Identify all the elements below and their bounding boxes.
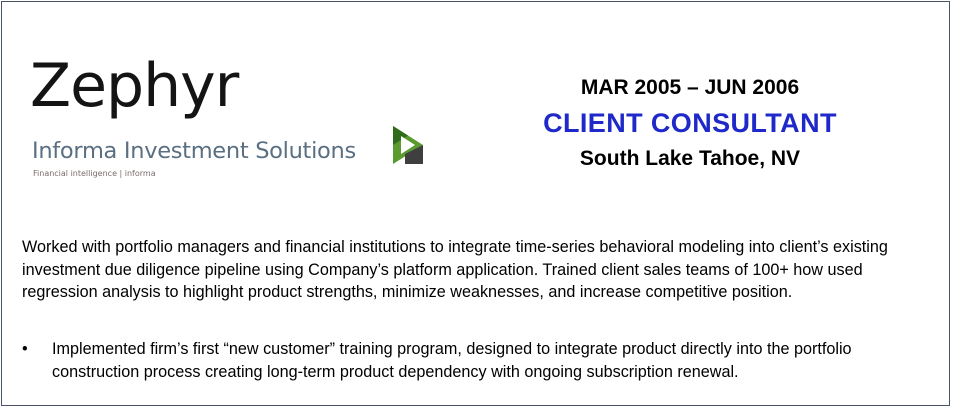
logo-subtitle: Informa Investment Solutions: [32, 138, 356, 164]
company-logo: Zephyr Informa Investment Solutions Fina…: [30, 46, 430, 186]
employment-dates: MAR 2005 – JUN 2006: [580, 76, 800, 99]
achievement-item: • Implemented firm’s first “new customer…: [22, 338, 932, 383]
content-frame: Zephyr Informa Investment Solutions Fina…: [1, 1, 950, 406]
green-play-arrow-icon: [393, 126, 423, 164]
role-header: MAR 2005 – JUN 2006 CLIENT CONSULTANT So…: [490, 72, 890, 176]
logo-wordmark: Zephyr: [30, 51, 239, 121]
job-location: South Lake Tahoe, NV: [579, 147, 801, 170]
role-summary: Worked with portfolio managers and finan…: [22, 238, 888, 301]
logo-tagline: Financial intelligence | informa: [33, 169, 156, 178]
bullet-marker: •: [22, 340, 28, 358]
achievement-list: • Implemented firm’s first “new customer…: [22, 338, 932, 383]
job-title: CLIENT CONSULTANT: [543, 108, 837, 138]
achievement-text: Implemented firm’s first “new customer” …: [52, 340, 852, 381]
